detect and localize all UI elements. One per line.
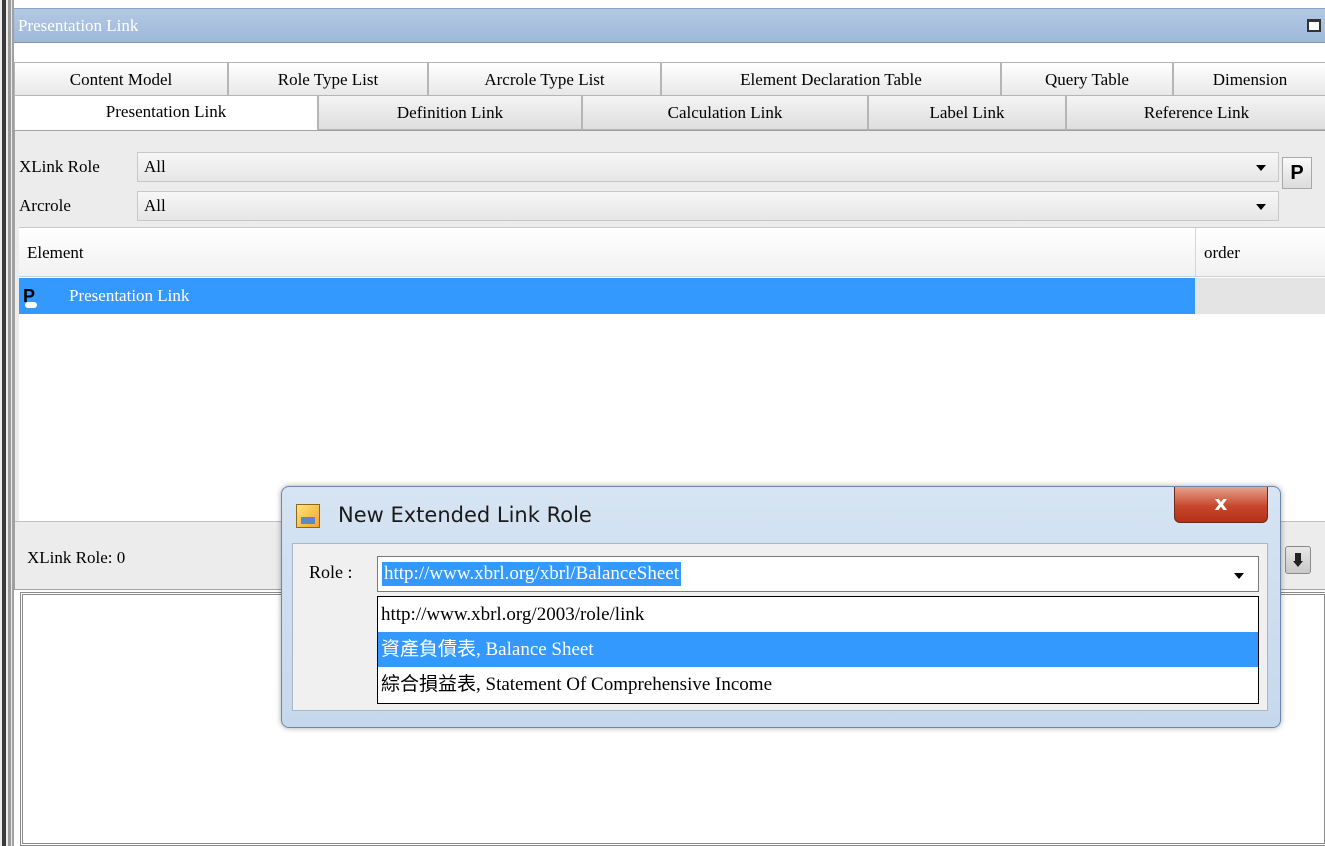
panel-titlebar: Presentation Link	[14, 8, 1325, 43]
dialog-body: Role : http://www.xbrl.org/xbrl/BalanceS…	[292, 543, 1268, 711]
dialog-app-icon	[296, 504, 320, 528]
tab-presentation-link[interactable]: Presentation Link	[14, 95, 318, 130]
window-left-border	[0, 0, 12, 846]
tab-row-2: Presentation Link Definition Link Calcul…	[14, 95, 1325, 130]
arcrole-filter: Arcrole All	[15, 190, 1285, 222]
restore-icon[interactable]	[1307, 19, 1321, 32]
row-element-label: Presentation Link	[69, 286, 190, 305]
tab-label-link[interactable]: Label Link	[868, 95, 1066, 130]
xlink-role-select[interactable]: All	[137, 152, 1279, 182]
xlink-role-filter: XLink Role All	[15, 151, 1285, 183]
dialog-title: New Extended Link Role	[338, 503, 592, 527]
close-icon: x	[1214, 491, 1228, 515]
table-header: Element order	[19, 228, 1325, 277]
tab-element-declaration-table[interactable]: Element Declaration Table	[661, 62, 1001, 95]
tab-dimension[interactable]: Dimension	[1173, 62, 1325, 95]
tab-role-type-list[interactable]: Role Type List	[228, 62, 428, 95]
close-button[interactable]: x	[1174, 487, 1268, 523]
tab-reference-link[interactable]: Reference Link	[1066, 95, 1325, 130]
tab-definition-link[interactable]: Definition Link	[318, 95, 582, 130]
column-header-order[interactable]: order	[1195, 228, 1325, 277]
role-label: Role :	[309, 562, 353, 582]
role-combobox[interactable]: http://www.xbrl.org/xbrl/BalanceSheet	[377, 556, 1259, 592]
move-down-button[interactable]	[1285, 546, 1311, 574]
chevron-down-icon	[1256, 165, 1266, 171]
tab-arcrole-type-list[interactable]: Arcrole Type List	[428, 62, 661, 95]
tab-row-1: Content Model Role Type List Arcrole Typ…	[14, 62, 1325, 95]
arcrole-label: Arcrole	[19, 196, 71, 215]
column-header-element[interactable]: Element	[19, 228, 84, 277]
tab-calculation-link[interactable]: Calculation Link	[582, 95, 868, 130]
p-icon: P	[1290, 162, 1304, 184]
role-dropdown-list: http://www.xbrl.org/2003/role/link 資產負債表…	[377, 596, 1259, 704]
element-table: Element order P Presentation Link	[19, 227, 1325, 521]
xlink-role-label: XLink Role	[19, 157, 100, 176]
chevron-down-icon	[1256, 204, 1266, 210]
arcrole-value: All	[144, 196, 166, 215]
tab-query-table[interactable]: Query Table	[1001, 62, 1173, 95]
xlink-role-count: XLink Role: 0	[27, 548, 126, 567]
arcrole-select[interactable]: All	[137, 191, 1279, 221]
role-input-value[interactable]: http://www.xbrl.org/xbrl/BalanceSheet	[382, 562, 681, 586]
new-extended-link-role-dialog: New Extended Link Role x Role : http://w…	[281, 486, 1281, 728]
role-option[interactable]: http://www.xbrl.org/2003/role/link	[378, 597, 1258, 632]
left-border-bar-inner	[8, 0, 11, 846]
presentation-p-icon: P	[23, 286, 37, 308]
p-filter-button[interactable]: P	[1282, 157, 1312, 189]
left-border-bar	[2, 0, 6, 846]
tab-content-model[interactable]: Content Model	[14, 62, 228, 95]
chevron-down-icon[interactable]	[1234, 573, 1244, 579]
role-option[interactable]: 綜合損益表, Statement Of Comprehensive Income	[378, 667, 1258, 702]
arrow-down-icon	[1293, 553, 1303, 567]
table-row[interactable]: P Presentation Link	[19, 278, 1195, 314]
panel-title: Presentation Link	[18, 16, 139, 35]
role-option-selected[interactable]: 資產負債表, Balance Sheet	[378, 632, 1258, 667]
row-order-cell	[1195, 278, 1325, 314]
xlink-role-value: All	[144, 157, 166, 176]
